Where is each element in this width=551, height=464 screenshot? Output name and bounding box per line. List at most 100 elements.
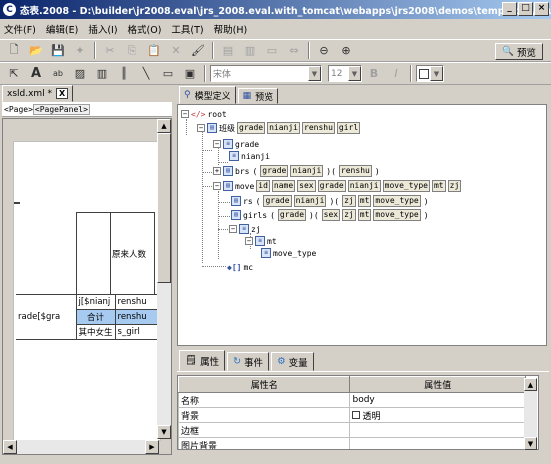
scroll-left-icon[interactable]: ◀ bbox=[3, 440, 17, 454]
model-tree[interactable]: − </> root − ▤ 班级 grade nianji renshu girl … bbox=[177, 104, 547, 346]
delete-icon[interactable]: ✕ bbox=[166, 41, 186, 60]
tree-node-move-type[interactable]: ≡ move_type bbox=[261, 247, 316, 259]
tab-events[interactable]: ↻ 事件 bbox=[227, 352, 270, 371]
image-icon[interactable]: ▨ bbox=[70, 64, 90, 83]
report-page[interactable]: 原来人数 rade[$gra j[$nianj renshu 合计 renshu… bbox=[13, 141, 161, 441]
checkbox-icon[interactable] bbox=[352, 410, 361, 419]
tab-properties[interactable]: 🗒 属性 bbox=[179, 350, 226, 371]
collapse-icon[interactable]: − bbox=[181, 110, 189, 118]
tab-variables[interactable]: ⚙ 变量 bbox=[271, 352, 314, 371]
tree-node-nianji[interactable]: ≡ nianji bbox=[229, 150, 270, 162]
zoom-in-icon[interactable]: ⊕ bbox=[336, 41, 356, 60]
select-icon[interactable]: ⇱ bbox=[4, 64, 24, 83]
scroll-down-icon[interactable]: ▼ bbox=[524, 437, 537, 450]
magic-icon[interactable]: ✦ bbox=[70, 41, 90, 60]
maximize-button[interactable]: □ bbox=[518, 2, 533, 16]
size-icon[interactable]: ▭ bbox=[262, 41, 282, 60]
format-painter-icon[interactable]: 🖌 bbox=[188, 41, 208, 60]
horizontal-scrollbar[interactable]: ◀ ▶ bbox=[3, 440, 159, 454]
scroll-right-icon[interactable]: ▶ bbox=[145, 440, 159, 454]
header-cell[interactable]: 原来人数 bbox=[110, 212, 155, 295]
tree-node-banji[interactable]: − ▤ 班级 grade nianji renshu girl bbox=[197, 122, 361, 134]
border-color-select[interactable]: ▼ bbox=[416, 65, 444, 82]
crumb-pagepanel[interactable]: <PagePanel> bbox=[32, 103, 90, 115]
paste-icon[interactable]: 📋 bbox=[144, 41, 164, 60]
total-cell[interactable]: 合计 bbox=[75, 309, 116, 325]
prop-row[interactable]: 边框 bbox=[178, 422, 526, 438]
menu-format[interactable]: 格式(O) bbox=[128, 22, 162, 36]
girls-label-cell[interactable]: 其中女生 bbox=[75, 324, 116, 340]
total-renshu-cell[interactable]: renshu bbox=[114, 309, 160, 325]
italic-button[interactable]: I bbox=[386, 64, 406, 83]
menu-file[interactable]: 文件(F) bbox=[4, 22, 36, 36]
tree-node-zj[interactable]: − ≡ zj bbox=[229, 223, 261, 235]
collapse-icon[interactable]: − bbox=[229, 225, 237, 233]
vertical-scrollbar[interactable]: ▲ ▼ bbox=[157, 119, 171, 439]
tree-node-brs[interactable]: + ▤ brs (grade nianji)(renshu) bbox=[213, 165, 381, 177]
text-icon[interactable]: A bbox=[26, 64, 46, 83]
renshu-cell[interactable]: renshu bbox=[114, 294, 160, 310]
prop-row[interactable]: 背景 透明 bbox=[178, 407, 526, 423]
nianji-cell[interactable]: j[$nianj bbox=[75, 294, 116, 310]
line-icon[interactable]: ╲ bbox=[136, 64, 156, 83]
collapse-icon[interactable]: − bbox=[197, 124, 205, 132]
label-icon[interactable]: ab bbox=[48, 64, 68, 83]
menu-insert[interactable]: 插入(I) bbox=[88, 22, 117, 36]
collapse-icon[interactable]: − bbox=[213, 140, 221, 148]
open-icon[interactable]: 📂 bbox=[26, 41, 46, 60]
report-header-table[interactable]: 原来人数 bbox=[76, 212, 155, 295]
separator bbox=[212, 42, 214, 59]
expand-icon[interactable]: + bbox=[213, 167, 221, 175]
new-icon[interactable]: 🗋 bbox=[4, 41, 24, 60]
close-icon[interactable]: X bbox=[56, 88, 69, 99]
distribute-icon[interactable]: ▥ bbox=[240, 41, 260, 60]
minimize-button[interactable]: _ bbox=[502, 2, 517, 16]
close-button[interactable]: × bbox=[534, 2, 549, 16]
prop-value[interactable] bbox=[349, 422, 526, 438]
tree-node-root[interactable]: − </> root bbox=[181, 108, 227, 120]
design-canvas[interactable]: 原来人数 rade[$gra j[$nianj renshu 合计 renshu… bbox=[2, 118, 172, 455]
scroll-down-icon[interactable]: ▼ bbox=[157, 425, 171, 439]
preview-button[interactable]: 🔍 预览 bbox=[495, 43, 543, 60]
menu-tools[interactable]: 工具(T) bbox=[171, 22, 203, 36]
collapse-icon[interactable]: − bbox=[213, 182, 221, 190]
align-icon[interactable]: ▤ bbox=[218, 41, 238, 60]
grade-cell[interactable]: rade[$gra bbox=[16, 294, 77, 340]
scroll-up-icon[interactable]: ▲ bbox=[157, 119, 171, 133]
cut-icon[interactable]: ✂ bbox=[100, 41, 120, 60]
bold-button[interactable]: B bbox=[364, 64, 384, 83]
scroll-thumb[interactable] bbox=[157, 133, 171, 283]
barcode-icon[interactable]: ║ bbox=[114, 64, 134, 83]
menu-edit[interactable]: 编辑(E) bbox=[46, 22, 78, 36]
crumb-page[interactable]: <Page> bbox=[4, 105, 33, 114]
prop-value[interactable]: body bbox=[349, 392, 526, 408]
zoom-out-icon[interactable]: ⊖ bbox=[314, 41, 334, 60]
font-size-select[interactable]: 12 ▼ bbox=[328, 65, 362, 82]
prop-row[interactable]: 图片背景 bbox=[178, 437, 526, 449]
tree-node-move[interactable]: − ▤ move id name sex grade nianji move_type mt… bbox=[213, 180, 462, 192]
scroll-up-icon[interactable]: ▲ bbox=[524, 378, 537, 391]
tree-node-mt[interactable]: − ≡ mt bbox=[245, 235, 277, 247]
prop-value[interactable] bbox=[349, 437, 526, 449]
menu-help[interactable]: 帮助(H) bbox=[214, 22, 248, 36]
tree-node-grade[interactable]: − ≡ grade bbox=[213, 138, 259, 150]
property-scrollbar[interactable]: ▲ ▼ bbox=[524, 378, 537, 450]
chart-icon[interactable]: ▥ bbox=[92, 64, 112, 83]
tab-xsld[interactable]: xsld.xml * X bbox=[2, 85, 74, 102]
save-icon[interactable]: 💾 bbox=[48, 41, 68, 60]
prop-value[interactable]: 透明 bbox=[349, 407, 526, 423]
tree-node-rs[interactable]: ▤ rs (grade nianji)(zj mt move_type) bbox=[231, 195, 430, 207]
font-name-select[interactable]: 宋体 ▼ bbox=[210, 65, 322, 82]
prop-row[interactable]: 名称 body bbox=[178, 392, 526, 408]
spacing-icon[interactable]: ⇔ bbox=[284, 41, 304, 60]
panel-icon[interactable]: ▣ bbox=[180, 64, 200, 83]
tab-preview[interactable]: ▦ 预览 bbox=[237, 88, 279, 104]
tree-node-mc[interactable]: ◆[] mc bbox=[227, 261, 253, 273]
girls-value-cell[interactable]: s_girl bbox=[114, 324, 160, 340]
tree-node-girls[interactable]: ▤ girls (grade)(sex zj mt move_type) bbox=[231, 209, 430, 221]
rect-icon[interactable]: ▭ bbox=[158, 64, 178, 83]
report-data-table[interactable]: rade[$gra j[$nianj renshu 合计 renshu 其中女生… bbox=[16, 294, 160, 340]
tab-model[interactable]: ⚲ 模型定义 bbox=[179, 86, 236, 104]
collapse-icon[interactable]: − bbox=[245, 237, 253, 245]
copy-icon[interactable]: ⎘ bbox=[122, 41, 142, 60]
